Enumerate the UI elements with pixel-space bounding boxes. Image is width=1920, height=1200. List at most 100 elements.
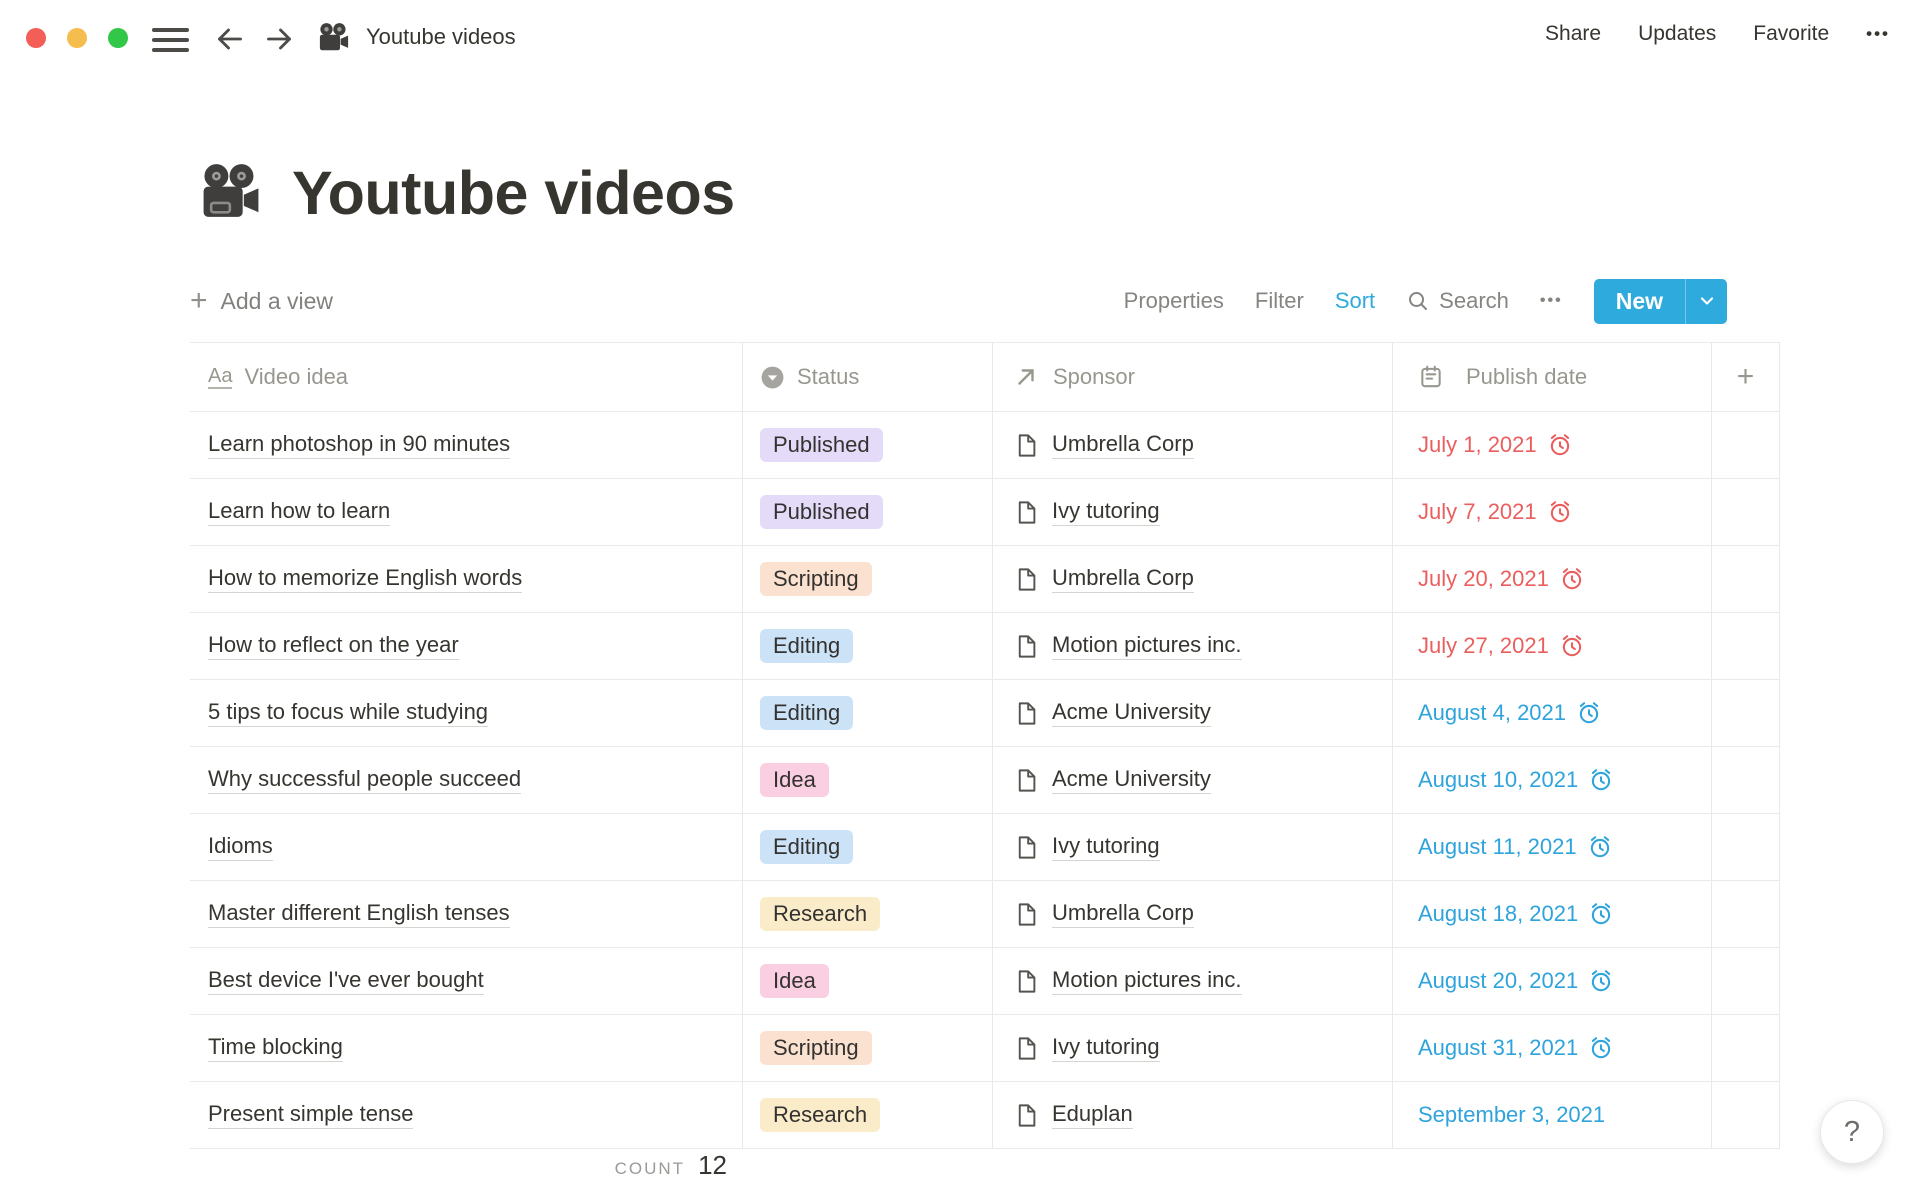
sponsor-link[interactable]: Umbrella Corp — [1052, 431, 1194, 459]
video-idea-title: Master different English tenses — [208, 900, 510, 928]
reminder-alarm-clock-icon — [1588, 767, 1614, 793]
row-spacer-cell — [1712, 412, 1780, 478]
sponsor-cell[interactable]: Umbrella Corp — [993, 546, 1393, 612]
filter-button[interactable]: Filter — [1255, 288, 1304, 314]
chevron-down-icon[interactable] — [1686, 279, 1727, 324]
sponsor-link[interactable]: Acme University — [1052, 699, 1211, 727]
status-cell[interactable]: Research — [743, 1082, 993, 1148]
publish-date-cell[interactable]: August 10, 2021 — [1393, 747, 1712, 813]
page-icon — [1013, 968, 1040, 995]
publish-date-cell[interactable]: August 11, 2021 — [1393, 814, 1712, 880]
sponsor-cell[interactable]: Motion pictures inc. — [993, 613, 1393, 679]
video-idea-cell[interactable]: How to reflect on the year — [190, 613, 743, 679]
add-column-button[interactable]: + — [1712, 343, 1780, 411]
sponsor-link[interactable]: Ivy tutoring — [1052, 833, 1160, 861]
publish-date-cell[interactable]: August 4, 2021 — [1393, 680, 1712, 746]
share-button[interactable]: Share — [1545, 22, 1601, 46]
column-header-publish-date[interactable]: Publish date — [1393, 343, 1712, 411]
video-idea-cell[interactable]: How to memorize English words — [190, 546, 743, 612]
status-badge: Idea — [760, 763, 829, 797]
sidebar-menu-icon[interactable] — [152, 26, 189, 54]
sponsor-cell[interactable]: Acme University — [993, 747, 1393, 813]
video-idea-title: How to reflect on the year — [208, 632, 459, 660]
new-button[interactable]: New — [1594, 279, 1727, 324]
sponsor-link[interactable]: Ivy tutoring — [1052, 498, 1160, 526]
publish-date-cell[interactable]: August 18, 2021 — [1393, 881, 1712, 947]
publish-date-cell[interactable]: August 20, 2021 — [1393, 948, 1712, 1014]
table-row: Learn photoshop in 90 minutes Published … — [190, 412, 1780, 479]
page-icon — [1013, 767, 1040, 794]
back-arrow-icon[interactable] — [212, 21, 248, 57]
sponsor-cell[interactable]: Eduplan — [993, 1082, 1393, 1148]
column-header-sponsor[interactable]: Sponsor — [993, 343, 1393, 411]
page-title[interactable]: Youtube videos — [292, 158, 735, 228]
minimize-window-button[interactable] — [67, 28, 87, 48]
status-cell[interactable]: Editing — [743, 680, 993, 746]
status-cell[interactable]: Editing — [743, 814, 993, 880]
close-window-button[interactable] — [26, 28, 46, 48]
column-header-video-idea[interactable]: Aa Video idea — [190, 343, 743, 411]
help-button[interactable]: ? — [1820, 1100, 1884, 1164]
status-cell[interactable]: Scripting — [743, 546, 993, 612]
publish-date-cell[interactable]: September 3, 2021 — [1393, 1082, 1712, 1148]
publish-date-value: July 20, 2021 — [1418, 566, 1549, 592]
status-cell[interactable]: Published — [743, 479, 993, 545]
sponsor-link[interactable]: Motion pictures inc. — [1052, 632, 1242, 660]
view-options-icon[interactable]: ••• — [1540, 292, 1563, 310]
movie-camera-icon — [316, 20, 352, 56]
video-idea-cell[interactable]: Master different English tenses — [190, 881, 743, 947]
updates-button[interactable]: Updates — [1638, 22, 1716, 46]
sponsor-link[interactable]: Acme University — [1052, 766, 1211, 794]
window-title-bar: Youtube videos Share Updates Favorite ••… — [0, 0, 1920, 76]
video-idea-cell[interactable]: Idioms — [190, 814, 743, 880]
video-idea-cell[interactable]: Best device I've ever bought — [190, 948, 743, 1014]
forward-arrow-icon[interactable] — [261, 21, 297, 57]
video-idea-cell[interactable]: 5 tips to focus while studying — [190, 680, 743, 746]
video-idea-title: Learn how to learn — [208, 498, 390, 526]
video-idea-cell[interactable]: Learn how to learn — [190, 479, 743, 545]
video-idea-cell[interactable]: Learn photoshop in 90 minutes — [190, 412, 743, 478]
reminder-alarm-clock-icon — [1588, 901, 1614, 927]
search-button[interactable]: Search — [1406, 288, 1509, 314]
video-idea-cell[interactable]: Present simple tense — [190, 1082, 743, 1148]
add-view-button[interactable]: + Add a view — [190, 286, 333, 316]
sponsor-link[interactable]: Umbrella Corp — [1052, 900, 1194, 928]
status-cell[interactable]: Research — [743, 881, 993, 947]
publish-date-cell[interactable]: July 20, 2021 — [1393, 546, 1712, 612]
page-icon — [1013, 1035, 1040, 1062]
sponsor-cell[interactable]: Umbrella Corp — [993, 881, 1393, 947]
publish-date-value: August 10, 2021 — [1418, 767, 1578, 793]
sponsor-link[interactable]: Umbrella Corp — [1052, 565, 1194, 593]
sponsor-cell[interactable]: Motion pictures inc. — [993, 948, 1393, 1014]
sponsor-cell[interactable]: Ivy tutoring — [993, 1015, 1393, 1081]
publish-date-cell[interactable]: July 7, 2021 — [1393, 479, 1712, 545]
sponsor-link[interactable]: Ivy tutoring — [1052, 1034, 1160, 1062]
status-cell[interactable]: Idea — [743, 948, 993, 1014]
status-cell[interactable]: Idea — [743, 747, 993, 813]
sponsor-cell[interactable]: Ivy tutoring — [993, 814, 1393, 880]
sponsor-cell[interactable]: Acme University — [993, 680, 1393, 746]
sponsor-link[interactable]: Eduplan — [1052, 1101, 1133, 1129]
status-badge: Scripting — [760, 1031, 872, 1065]
publish-date-cell[interactable]: July 1, 2021 — [1393, 412, 1712, 478]
sponsor-cell[interactable]: Umbrella Corp — [993, 412, 1393, 478]
video-idea-cell[interactable]: Why successful people succeed — [190, 747, 743, 813]
publish-date-cell[interactable]: July 27, 2021 — [1393, 613, 1712, 679]
sort-button[interactable]: Sort — [1335, 288, 1375, 314]
sponsor-cell[interactable]: Ivy tutoring — [993, 479, 1393, 545]
favorite-button[interactable]: Favorite — [1753, 22, 1829, 46]
video-idea-cell[interactable]: Time blocking — [190, 1015, 743, 1081]
status-cell[interactable]: Published — [743, 412, 993, 478]
table-count-footer[interactable]: COUNT 12 — [190, 1150, 743, 1181]
sponsor-link[interactable]: Motion pictures inc. — [1052, 967, 1242, 995]
zoom-window-button[interactable] — [108, 28, 128, 48]
properties-button[interactable]: Properties — [1124, 288, 1224, 314]
more-options-icon[interactable]: ••• — [1866, 24, 1890, 44]
video-idea-title: Present simple tense — [208, 1101, 413, 1129]
breadcrumb[interactable]: Youtube videos — [366, 24, 516, 50]
status-cell[interactable]: Editing — [743, 613, 993, 679]
status-cell[interactable]: Scripting — [743, 1015, 993, 1081]
publish-date-cell[interactable]: August 31, 2021 — [1393, 1015, 1712, 1081]
column-header-status[interactable]: Status — [743, 343, 993, 411]
row-spacer-cell — [1712, 1015, 1780, 1081]
